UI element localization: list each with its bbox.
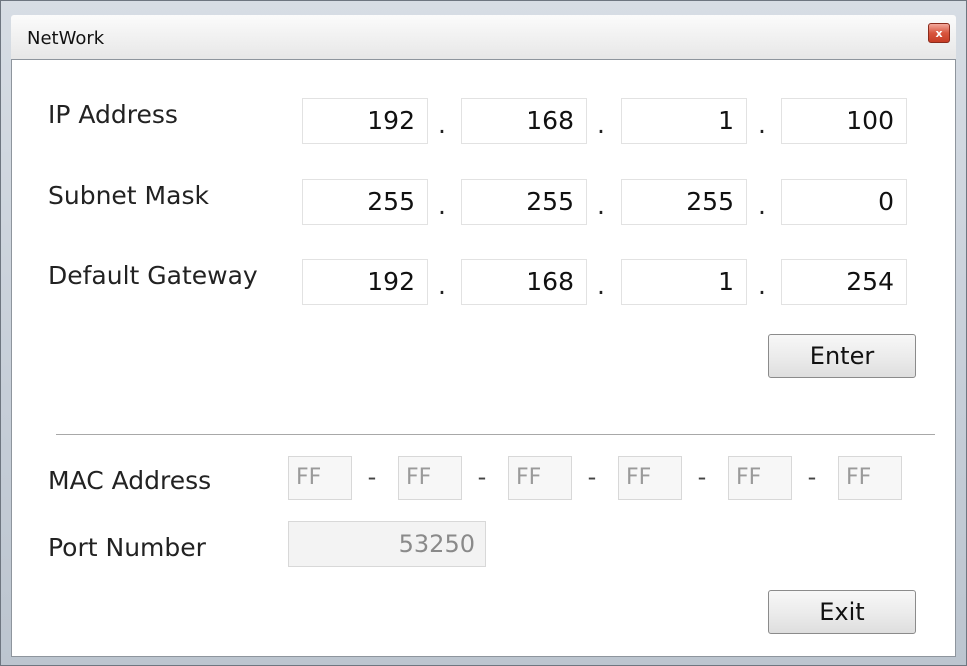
section-divider — [56, 434, 935, 435]
default-gateway-dot: . — [758, 271, 766, 300]
title-bar: NetWork x — [11, 15, 956, 59]
default-gateway-label: Default Gateway — [48, 261, 258, 290]
exit-button[interactable]: Exit — [768, 590, 916, 634]
ip-address-octet-3[interactable]: 1 — [621, 98, 747, 144]
port-number-field: 53250 — [288, 521, 486, 567]
network-settings-panel: IP Address 192 . 168 . 1 . 100 Subnet Ma… — [11, 59, 956, 657]
ip-address-dot: . — [438, 110, 446, 139]
mac-address-byte-4: FF — [618, 456, 682, 500]
mac-address-byte-2: FF — [398, 456, 462, 500]
subnet-mask-dot: . — [438, 191, 446, 220]
subnet-mask-octet-2[interactable]: 255 — [461, 179, 587, 225]
mac-address-byte-5: FF — [728, 456, 792, 500]
default-gateway-octet-1[interactable]: 192 — [302, 259, 428, 305]
ip-address-dot: . — [758, 110, 766, 139]
ip-address-dot: . — [597, 110, 605, 139]
mac-address-dash: - — [367, 463, 377, 491]
close-icon: x — [935, 26, 943, 40]
close-button[interactable]: x — [928, 23, 950, 43]
ip-address-octet-1[interactable]: 192 — [302, 98, 428, 144]
subnet-mask-octet-3[interactable]: 255 — [621, 179, 747, 225]
subnet-mask-octet-1[interactable]: 255 — [302, 179, 428, 225]
mac-address-byte-6: FF — [838, 456, 902, 500]
mac-address-byte-3: FF — [508, 456, 572, 500]
mac-address-dash: - — [477, 463, 487, 491]
port-number-label: Port Number — [48, 533, 206, 562]
mac-address-label: MAC Address — [48, 466, 212, 495]
subnet-mask-label: Subnet Mask — [48, 181, 209, 210]
enter-button[interactable]: Enter — [768, 334, 916, 378]
mac-address-byte-1: FF — [288, 456, 352, 500]
subnet-mask-dot: . — [758, 191, 766, 220]
ip-address-octet-4[interactable]: 100 — [781, 98, 907, 144]
default-gateway-dot: . — [438, 271, 446, 300]
default-gateway-dot: . — [597, 271, 605, 300]
mac-address-dash: - — [697, 463, 707, 491]
ip-address-label: IP Address — [48, 100, 178, 129]
mac-address-dash: - — [807, 463, 817, 491]
mac-address-dash: - — [587, 463, 597, 491]
subnet-mask-octet-4[interactable]: 0 — [781, 179, 907, 225]
default-gateway-octet-2[interactable]: 168 — [461, 259, 587, 305]
window-frame: NetWork x IP Address 192 . 168 . 1 . 100… — [0, 0, 967, 666]
window-title: NetWork — [27, 28, 105, 49]
default-gateway-octet-4[interactable]: 254 — [781, 259, 907, 305]
ip-address-octet-2[interactable]: 168 — [461, 98, 587, 144]
subnet-mask-dot: . — [597, 191, 605, 220]
default-gateway-octet-3[interactable]: 1 — [621, 259, 747, 305]
